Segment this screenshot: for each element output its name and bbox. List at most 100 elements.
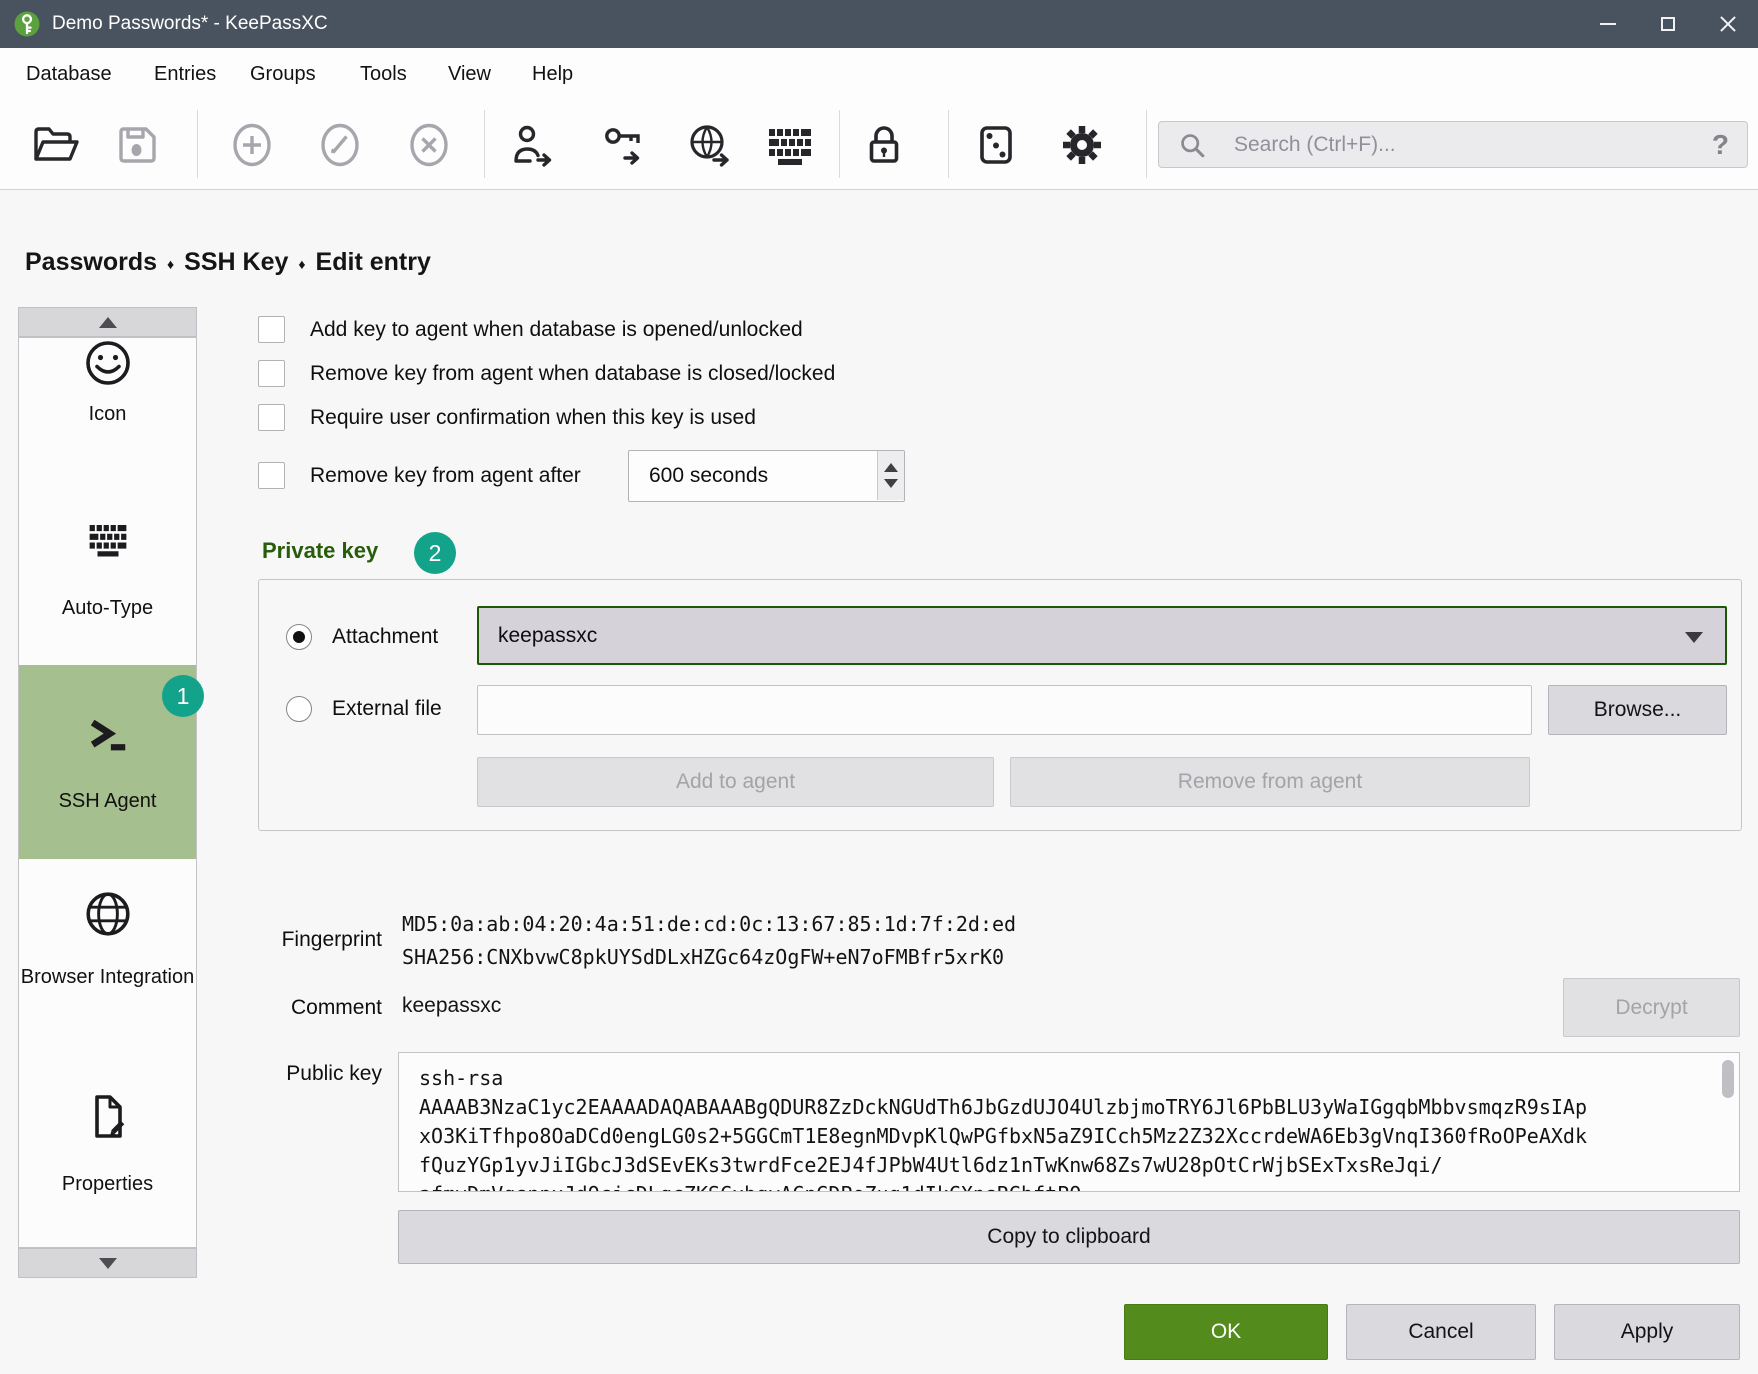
breadcrumb-separator: ♦: [298, 256, 305, 272]
search-icon: [1174, 127, 1210, 163]
keyboard-icon: [765, 121, 815, 169]
new-entry-button[interactable]: [226, 116, 278, 174]
document-edit-icon: [84, 1092, 132, 1147]
menu-database[interactable]: Database: [26, 48, 112, 100]
toolbar: ?: [0, 100, 1758, 190]
copy-to-clipboard-button[interactable]: Copy to clipboard: [398, 1210, 1740, 1264]
breadcrumb-entry: SSH Key: [184, 248, 288, 277]
pencil-circle-icon: [316, 121, 364, 169]
apply-button[interactable]: Apply: [1554, 1304, 1740, 1360]
lock-database-button[interactable]: [858, 116, 910, 174]
add-to-agent-button[interactable]: Add to agent: [477, 757, 994, 807]
comment-value: keepassxc: [402, 994, 501, 1018]
search-box: ?: [1158, 121, 1748, 168]
toolbar-separator: [484, 110, 485, 178]
toolbar-separator: [197, 110, 198, 178]
attachment-radio[interactable]: [286, 624, 312, 650]
checkbox[interactable]: [258, 462, 285, 489]
breadcrumb-action: Edit entry: [316, 248, 431, 277]
folder-open-icon: [31, 121, 79, 169]
attachment-radio-label: Attachment: [332, 625, 438, 649]
external-file-input[interactable]: [477, 685, 1532, 735]
checkbox[interactable]: [258, 360, 285, 387]
edit-entry-button[interactable]: [314, 116, 366, 174]
menu-tools[interactable]: Tools: [360, 48, 407, 100]
category-list: 1 Icon Au: [18, 337, 197, 1248]
timeout-value: 600 seconds: [649, 451, 768, 500]
menu-groups[interactable]: Groups: [250, 48, 316, 100]
spin-down-button[interactable]: [884, 479, 898, 488]
x-circle-icon: [405, 121, 453, 169]
cancel-button[interactable]: Cancel: [1346, 1304, 1536, 1360]
save-database-button[interactable]: [111, 116, 163, 174]
comment-label: Comment: [230, 996, 382, 1020]
menu-view[interactable]: View: [448, 48, 491, 100]
fingerprint-md5-value: MD5:0a:ab:04:20:4a:51:de:cd:0c:13:67:85:…: [402, 912, 1016, 936]
dice-icon: [972, 121, 1020, 169]
public-key-label: Public key: [230, 1062, 382, 1086]
checkbox[interactable]: [258, 316, 285, 343]
arrow-up-icon: [99, 317, 117, 328]
browse-button[interactable]: Browse...: [1548, 685, 1727, 735]
open-database-button[interactable]: [29, 116, 81, 174]
menu-entries[interactable]: Entries: [154, 48, 216, 100]
keepassxc-window: Demo Passwords* - KeePassXC Database Ent…: [0, 0, 1758, 1374]
sidebar-item-label: Properties: [19, 1169, 196, 1200]
spin-up-button[interactable]: [884, 463, 898, 472]
sidebar-item-label: Auto-Type: [19, 593, 196, 624]
chevron-down-icon: [1685, 632, 1703, 643]
checkbox-row-add-key[interactable]: Add key to agent when database is opened…: [258, 316, 803, 343]
menubar: Database Entries Groups Tools View Help: [0, 48, 1758, 100]
private-key-badge: 2: [414, 532, 456, 574]
ssh-agent-badge: 1: [162, 675, 204, 717]
scrollbar-thumb[interactable]: [1722, 1060, 1734, 1098]
radio-dot: [293, 631, 305, 643]
checkbox[interactable]: [258, 404, 285, 431]
public-key-line: fQuzYGp1yvJiIGbcJ3dSEvEKs3twrdFce2EJ4fJP…: [419, 1151, 1699, 1180]
close-button[interactable]: [1698, 0, 1758, 48]
smiley-icon: [84, 339, 132, 392]
search-input[interactable]: [1234, 133, 1712, 157]
close-icon: [1719, 15, 1737, 33]
copy-password-button[interactable]: [598, 116, 650, 174]
attachment-combobox-value: keepassxc: [498, 624, 597, 648]
checkbox-label: Require user confirmation when this key …: [310, 406, 756, 430]
perform-autotype-button[interactable]: [764, 116, 816, 174]
attachment-combobox[interactable]: keepassxc: [477, 606, 1727, 665]
window-title: Demo Passwords* - KeePassXC: [52, 13, 1578, 35]
ok-button[interactable]: OK: [1124, 1304, 1328, 1360]
fingerprint-label: Fingerprint: [230, 928, 382, 952]
sidebar-scroll-up-button[interactable]: [18, 307, 197, 337]
password-generator-button[interactable]: [970, 116, 1022, 174]
toolbar-separator: [839, 110, 840, 178]
external-file-radio[interactable]: [286, 696, 312, 722]
maximize-button[interactable]: [1638, 0, 1698, 48]
public-key-line: afmvDmVqsnpxJdOcjcDLqcZKSCxbqyACnGDPeZuq…: [419, 1180, 1699, 1192]
spinbox-arrows: [877, 451, 904, 500]
sidebar-scroll-down-button[interactable]: [18, 1248, 197, 1278]
maximize-icon: [1661, 17, 1675, 31]
checkbox-row-require-confirmation[interactable]: Require user confirmation when this key …: [258, 404, 756, 431]
sidebar-item-label: Icon: [19, 399, 196, 430]
checkbox-row-remove-after[interactable]: Remove key from agent after: [258, 462, 581, 489]
minimize-button[interactable]: [1578, 0, 1638, 48]
search-help-icon[interactable]: ?: [1712, 129, 1729, 161]
public-key-text: ssh-rsa AAAAB3NzaC1yc2EAAAADAQABAAABgQDU…: [419, 1064, 1699, 1192]
settings-button[interactable]: [1056, 116, 1108, 174]
private-key-heading: Private key: [262, 538, 378, 564]
delete-entry-button[interactable]: [403, 116, 455, 174]
titlebar: Demo Passwords* - KeePassXC: [0, 0, 1758, 48]
public-key-line: AAAAB3NzaC1yc2EAAAADAQABAAABgQDUR8ZzDckN…: [419, 1093, 1699, 1122]
checkbox-row-remove-key[interactable]: Remove key from agent when database is c…: [258, 360, 835, 387]
public-key-textarea[interactable]: ssh-rsa AAAAB3NzaC1yc2EAAAADAQABAAABgQDU…: [398, 1052, 1740, 1192]
decrypt-button[interactable]: Decrypt: [1563, 978, 1740, 1037]
fingerprint-sha256-value: SHA256:CNXbvwC8pkUYSdDLxHZGc64zOgFW+eN7o…: [402, 945, 1004, 969]
globe-icon: [83, 889, 133, 944]
copy-url-button[interactable]: [684, 116, 736, 174]
menu-help[interactable]: Help: [532, 48, 573, 100]
timeout-spinbox[interactable]: 600 seconds: [628, 450, 905, 502]
remove-from-agent-button[interactable]: Remove from agent: [1010, 757, 1530, 807]
copy-username-button[interactable]: [506, 116, 558, 174]
save-icon: [113, 121, 161, 169]
sidebar-item-label: SSH Agent: [19, 786, 196, 817]
